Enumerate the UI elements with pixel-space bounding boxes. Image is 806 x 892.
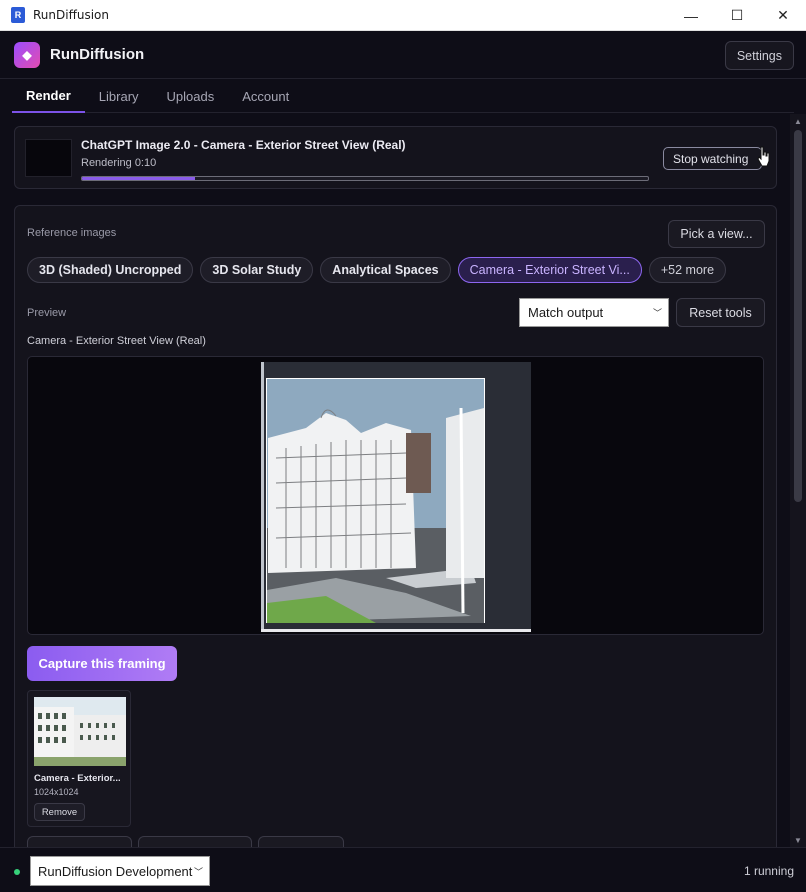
- brand-name: RunDiffusion: [50, 46, 145, 63]
- chip-3d-solar-study[interactable]: 3D Solar Study: [200, 257, 314, 283]
- preview-label: Preview: [27, 307, 67, 319]
- tab-render[interactable]: Render: [12, 80, 85, 113]
- chip-camera-exterior-street-view[interactable]: Camera - Exterior Street Vi...: [457, 257, 642, 283]
- job-thumbnail: [25, 139, 72, 177]
- viewport-edge-bottom: [261, 629, 531, 632]
- mouse-pointer-icon: [757, 146, 770, 167]
- settings-button[interactable]: Settings: [724, 41, 794, 70]
- connection-status-dot: [14, 869, 20, 875]
- reference-card: Camera - Exterior... 1024x1024 Remove: [27, 690, 131, 827]
- chip-analytical-spaces[interactable]: Analytical Spaces: [320, 257, 451, 283]
- window-controls: — ☐ ✕: [668, 0, 806, 31]
- tab-uploads[interactable]: Uploads: [153, 80, 229, 113]
- reset-tools-button[interactable]: Reset tools: [676, 298, 765, 327]
- tab-library[interactable]: Library: [85, 80, 153, 113]
- job-progress-bar: [81, 176, 649, 181]
- running-count: 1 running: [743, 864, 794, 878]
- render-job-card: ChatGPT Image 2.0 - Camera - Exterior St…: [14, 126, 777, 189]
- main-tabs: Render Library Uploads Account: [12, 80, 794, 113]
- street-view-render-image: [266, 378, 485, 623]
- match-output-value: Match output: [528, 305, 604, 320]
- reference-images-section: Reference images Pick a view... 3D (Shad…: [14, 205, 777, 865]
- camera-viewport: [261, 362, 531, 632]
- environment-select[interactable]: RunDiffusion Development ﹀: [30, 856, 210, 886]
- view-chips: 3D (Shaded) Uncropped 3D Solar Study Ana…: [27, 257, 727, 283]
- preview-caption: Camera - Exterior Street View (Real): [27, 335, 206, 347]
- scroll-up-icon[interactable]: ▲: [790, 114, 806, 128]
- chip-more-views[interactable]: +52 more: [648, 257, 727, 283]
- chevron-down-icon: ﹀: [193, 867, 203, 877]
- app-window-icon: R: [11, 7, 25, 23]
- chevron-down-icon: ﹀: [652, 308, 662, 318]
- scrollbar-thumb[interactable]: [794, 130, 802, 502]
- job-status: Rendering 0:10: [81, 157, 157, 169]
- app-header: ◆ RunDiffusion Settings: [0, 31, 806, 79]
- close-icon[interactable]: ✕: [760, 0, 806, 31]
- reference-images-label: Reference images: [27, 227, 117, 239]
- reference-size: 1024x1024: [34, 787, 79, 797]
- job-progress-fill: [82, 177, 196, 180]
- job-title: ChatGPT Image 2.0 - Camera - Exterior St…: [81, 138, 406, 152]
- window-title: RunDiffusion: [33, 8, 109, 22]
- reference-thumbnail-image: [34, 697, 126, 766]
- scroll-down-icon[interactable]: ▼: [790, 833, 806, 847]
- match-output-select[interactable]: Match output ﹀: [519, 298, 669, 327]
- tab-account[interactable]: Account: [228, 80, 303, 113]
- content-scrollbar[interactable]: ▲ ▼: [790, 114, 806, 847]
- chip-3d-shaded-uncropped[interactable]: 3D (Shaded) Uncropped: [27, 257, 194, 283]
- environment-value: RunDiffusion Development: [38, 863, 193, 879]
- maximize-icon[interactable]: ☐: [714, 0, 760, 31]
- minimize-icon[interactable]: —: [668, 0, 714, 31]
- remove-reference-button[interactable]: Remove: [34, 803, 85, 821]
- stop-watching-button[interactable]: Stop watching: [663, 147, 762, 170]
- preview-canvas[interactable]: [27, 356, 764, 635]
- viewport-edge-left: [261, 362, 264, 632]
- window-titlebar: R RunDiffusion — ☐ ✕: [0, 0, 806, 31]
- capture-framing-button[interactable]: Capture this framing: [27, 646, 177, 681]
- reference-name: Camera - Exterior...: [34, 773, 121, 784]
- status-footer: RunDiffusion Development ﹀ 1 running: [0, 847, 806, 892]
- rundiffusion-logo-icon: ◆: [14, 41, 40, 68]
- pick-view-button[interactable]: Pick a view...: [668, 220, 765, 248]
